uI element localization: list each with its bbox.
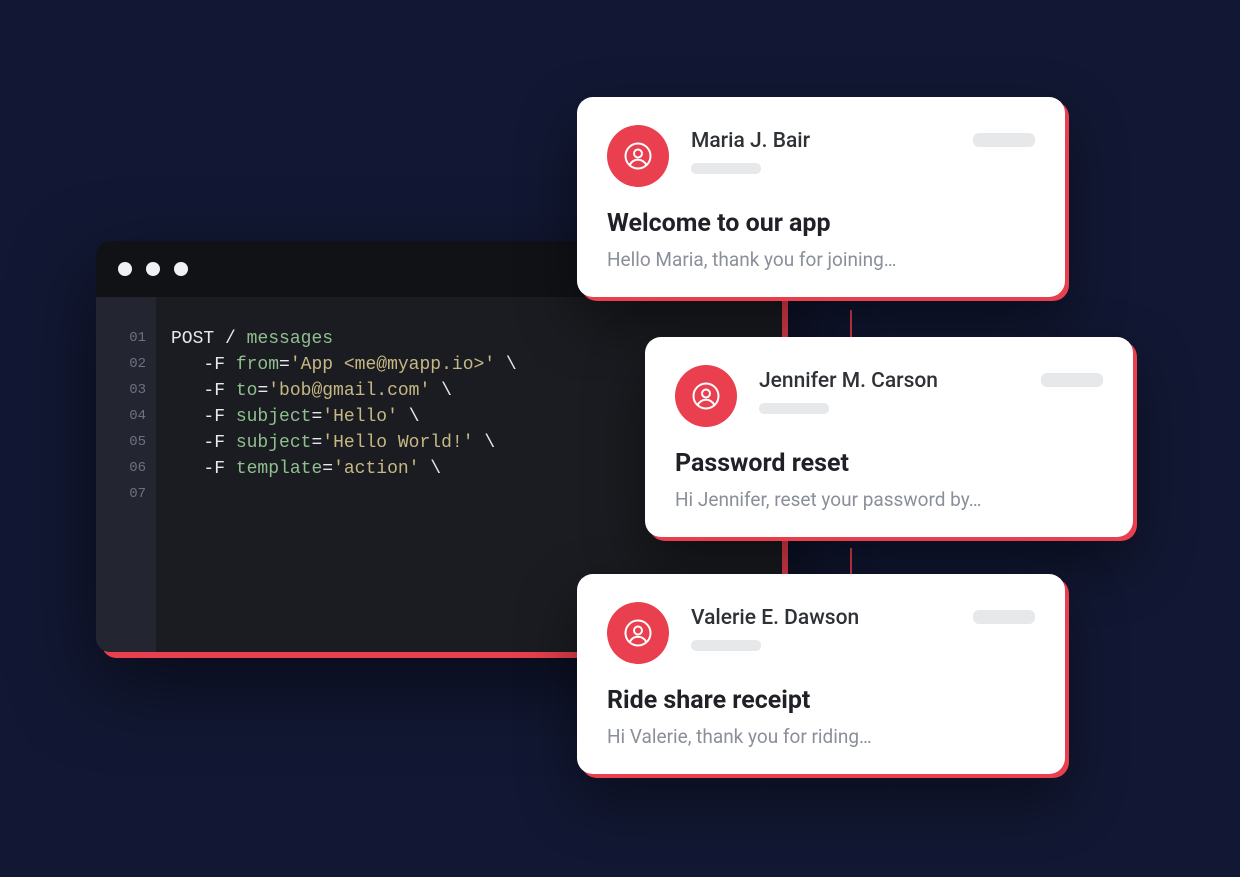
email-card[interactable]: Jennifer M. Carson Password reset Hi Jen… (645, 337, 1133, 537)
line-number: 06 (96, 461, 156, 487)
email-preview: Hi Jennifer, reset your password by… (675, 488, 1103, 511)
timestamp-placeholder (1041, 373, 1103, 387)
meta-placeholder (759, 403, 829, 414)
sender-name: Jennifer M. Carson (759, 369, 1019, 393)
timestamp-placeholder (973, 133, 1035, 147)
avatar (607, 602, 669, 664)
user-circle-icon (623, 618, 653, 648)
sender-name: Valerie E. Dawson (691, 606, 951, 630)
user-circle-icon (691, 381, 721, 411)
email-subject: Ride share receipt (607, 686, 1035, 715)
meta-placeholder (691, 163, 761, 174)
user-circle-icon (623, 141, 653, 171)
line-number: 01 (96, 331, 156, 357)
line-number: 03 (96, 383, 156, 409)
timestamp-placeholder (973, 610, 1035, 624)
connector-line (850, 548, 852, 574)
meta-placeholder (691, 640, 761, 651)
email-card[interactable]: Valerie E. Dawson Ride share receipt Hi … (577, 574, 1065, 774)
line-number: 05 (96, 435, 156, 461)
email-preview: Hi Valerie, thank you for riding… (607, 725, 1035, 748)
email-preview: Hello Maria, thank you for joining… (607, 248, 1035, 271)
maximize-icon[interactable] (174, 262, 188, 276)
close-icon[interactable] (118, 262, 132, 276)
line-number: 04 (96, 409, 156, 435)
line-number: 07 (96, 487, 156, 513)
sender-name: Maria J. Bair (691, 129, 951, 153)
email-card[interactable]: Maria J. Bair Welcome to our app Hello M… (577, 97, 1065, 297)
email-subject: Welcome to our app (607, 209, 1035, 238)
email-subject: Password reset (675, 449, 1103, 478)
connector-line (850, 310, 852, 338)
line-number-gutter: 01 02 03 04 05 06 07 (96, 297, 156, 652)
avatar (675, 365, 737, 427)
line-number: 02 (96, 357, 156, 383)
minimize-icon[interactable] (146, 262, 160, 276)
avatar (607, 125, 669, 187)
